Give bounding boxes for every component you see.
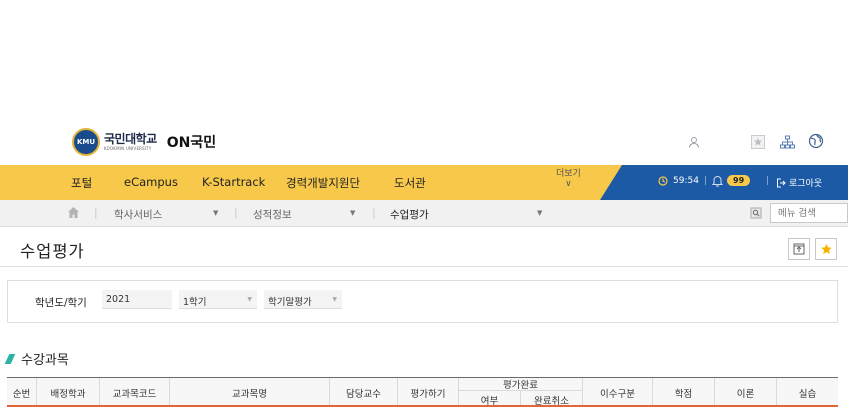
nav-more-button[interactable]: 더보기 ∨ bbox=[556, 169, 581, 190]
star-icon bbox=[820, 243, 832, 254]
section-marker-icon bbox=[4, 353, 16, 364]
divider bbox=[0, 266, 848, 267]
top-header: KMU 국민대학교 KOOKMIN UNIVERSITY ON국민 bbox=[0, 122, 848, 165]
chevron-down-icon[interactable]: ▼ bbox=[537, 209, 542, 217]
col-header-credit[interactable]: 학점 bbox=[653, 378, 715, 407]
col-header-course-name[interactable]: 교과목명 bbox=[170, 378, 330, 407]
university-emblem-icon: KMU bbox=[72, 128, 100, 156]
divider: | bbox=[234, 206, 238, 219]
chevron-down-icon: ∨ bbox=[565, 178, 572, 189]
nav-more-label: 더보기 bbox=[556, 169, 581, 179]
col-header-practice[interactable]: 실습 bbox=[777, 378, 838, 407]
bookmark-button[interactable] bbox=[815, 238, 837, 260]
home-icon[interactable] bbox=[67, 206, 80, 219]
year-input[interactable]: 2021 bbox=[102, 290, 172, 309]
chevron-down-icon: ▼ bbox=[247, 296, 252, 303]
timer-value: 59:54 bbox=[673, 176, 699, 186]
semester-select[interactable]: 1학기 ▼ bbox=[179, 290, 257, 309]
chevron-down-icon: ▼ bbox=[332, 296, 337, 303]
export-icon bbox=[793, 243, 805, 255]
col-header-theory[interactable]: 이론 bbox=[715, 378, 777, 407]
clock-icon bbox=[658, 176, 668, 186]
divider: | bbox=[704, 176, 708, 186]
semester-value: 1학기 bbox=[183, 297, 207, 308]
nav-item-portal[interactable]: 포털 bbox=[71, 175, 92, 191]
session-panel: 59:54 | 99 | 로그아웃 bbox=[600, 165, 848, 200]
on-kookmin-logo: ON국민 bbox=[166, 135, 217, 151]
col-header-professor[interactable]: 담당교수 bbox=[330, 378, 398, 407]
search-filter-panel: 학년도/학기 2021 1학기 ▼ 학기말평가 ▼ bbox=[7, 280, 838, 323]
col-header-no[interactable]: 순번 bbox=[7, 378, 37, 407]
breadcrumb-academic-service[interactable]: 학사서비스 bbox=[114, 207, 162, 222]
courses-table-header: 순번 배정학과 교과목코드 교과목명 담당교수 평가하기 평가완료 여부 완료취… bbox=[7, 377, 838, 407]
university-logo[interactable]: KMU 국민대학교 KOOKMIN UNIVERSITY ON국민 bbox=[72, 128, 216, 156]
col-header-department[interactable]: 배정학과 bbox=[37, 378, 100, 407]
page-title: 수업평가 bbox=[20, 242, 85, 261]
col-header-evaluation-done: 평가완료 여부 완료취소 bbox=[459, 378, 583, 407]
globe-icon[interactable] bbox=[808, 133, 824, 149]
notification-count-badge[interactable]: 99 bbox=[727, 175, 751, 186]
logo-korean-name: 국민대학교 bbox=[104, 132, 157, 146]
year-semester-label: 학년도/학기 bbox=[35, 297, 87, 309]
logout-button[interactable]: 로그아웃 bbox=[776, 176, 822, 189]
breadcrumb: | 학사서비스 ▼ | 성적정보 ▼ | 수업평가 ▼ bbox=[0, 200, 848, 227]
menu-search-input[interactable] bbox=[770, 203, 848, 223]
divider: | bbox=[94, 206, 98, 219]
section-title-text: 수강과목 bbox=[21, 353, 69, 368]
nav-item-kstartrack[interactable]: K-Startrack bbox=[202, 175, 265, 189]
logo-text: 국민대학교 KOOKMIN UNIVERSITY bbox=[104, 133, 157, 151]
logout-icon bbox=[777, 178, 786, 187]
evaluation-type-value: 학기말평가 bbox=[268, 297, 312, 308]
favorite-icon[interactable] bbox=[750, 134, 766, 150]
sitemap-icon[interactable] bbox=[779, 134, 795, 150]
logout-label: 로그아웃 bbox=[789, 179, 823, 189]
divider: | bbox=[372, 206, 376, 219]
session-timer[interactable]: 59:54 bbox=[658, 176, 699, 186]
col-header-evaluation-done-title[interactable]: 평가완료 bbox=[459, 378, 582, 391]
section-title: 수강과목 bbox=[4, 349, 69, 368]
divider: | bbox=[766, 176, 770, 186]
menu-search-icon[interactable] bbox=[750, 207, 762, 219]
bell-icon bbox=[712, 176, 723, 187]
nav-item-library[interactable]: 도서관 bbox=[394, 175, 426, 191]
user-icon[interactable] bbox=[686, 134, 702, 150]
print-button[interactable] bbox=[788, 238, 810, 260]
notification-button[interactable] bbox=[712, 175, 723, 187]
evaluation-type-select[interactable]: 학기말평가 ▼ bbox=[264, 290, 342, 309]
col-header-evaluate[interactable]: 평가하기 bbox=[398, 378, 459, 407]
nav-item-ecampus[interactable]: eCampus bbox=[124, 175, 178, 189]
nav-item-career-center[interactable]: 경력개발지원단 bbox=[286, 175, 360, 191]
col-header-course-code[interactable]: 교과목코드 bbox=[100, 378, 170, 407]
chevron-down-icon[interactable]: ▼ bbox=[213, 209, 218, 217]
badge-count: 99 bbox=[727, 175, 751, 186]
year-value: 2021 bbox=[106, 294, 131, 305]
logo-english-name: KOOKMIN UNIVERSITY bbox=[104, 146, 152, 151]
breadcrumb-course-evaluation[interactable]: 수업평가 bbox=[390, 207, 429, 222]
chevron-down-icon[interactable]: ▼ bbox=[350, 209, 355, 217]
col-header-category[interactable]: 이수구분 bbox=[583, 378, 653, 407]
breadcrumb-grade-info[interactable]: 성적정보 bbox=[253, 207, 292, 222]
